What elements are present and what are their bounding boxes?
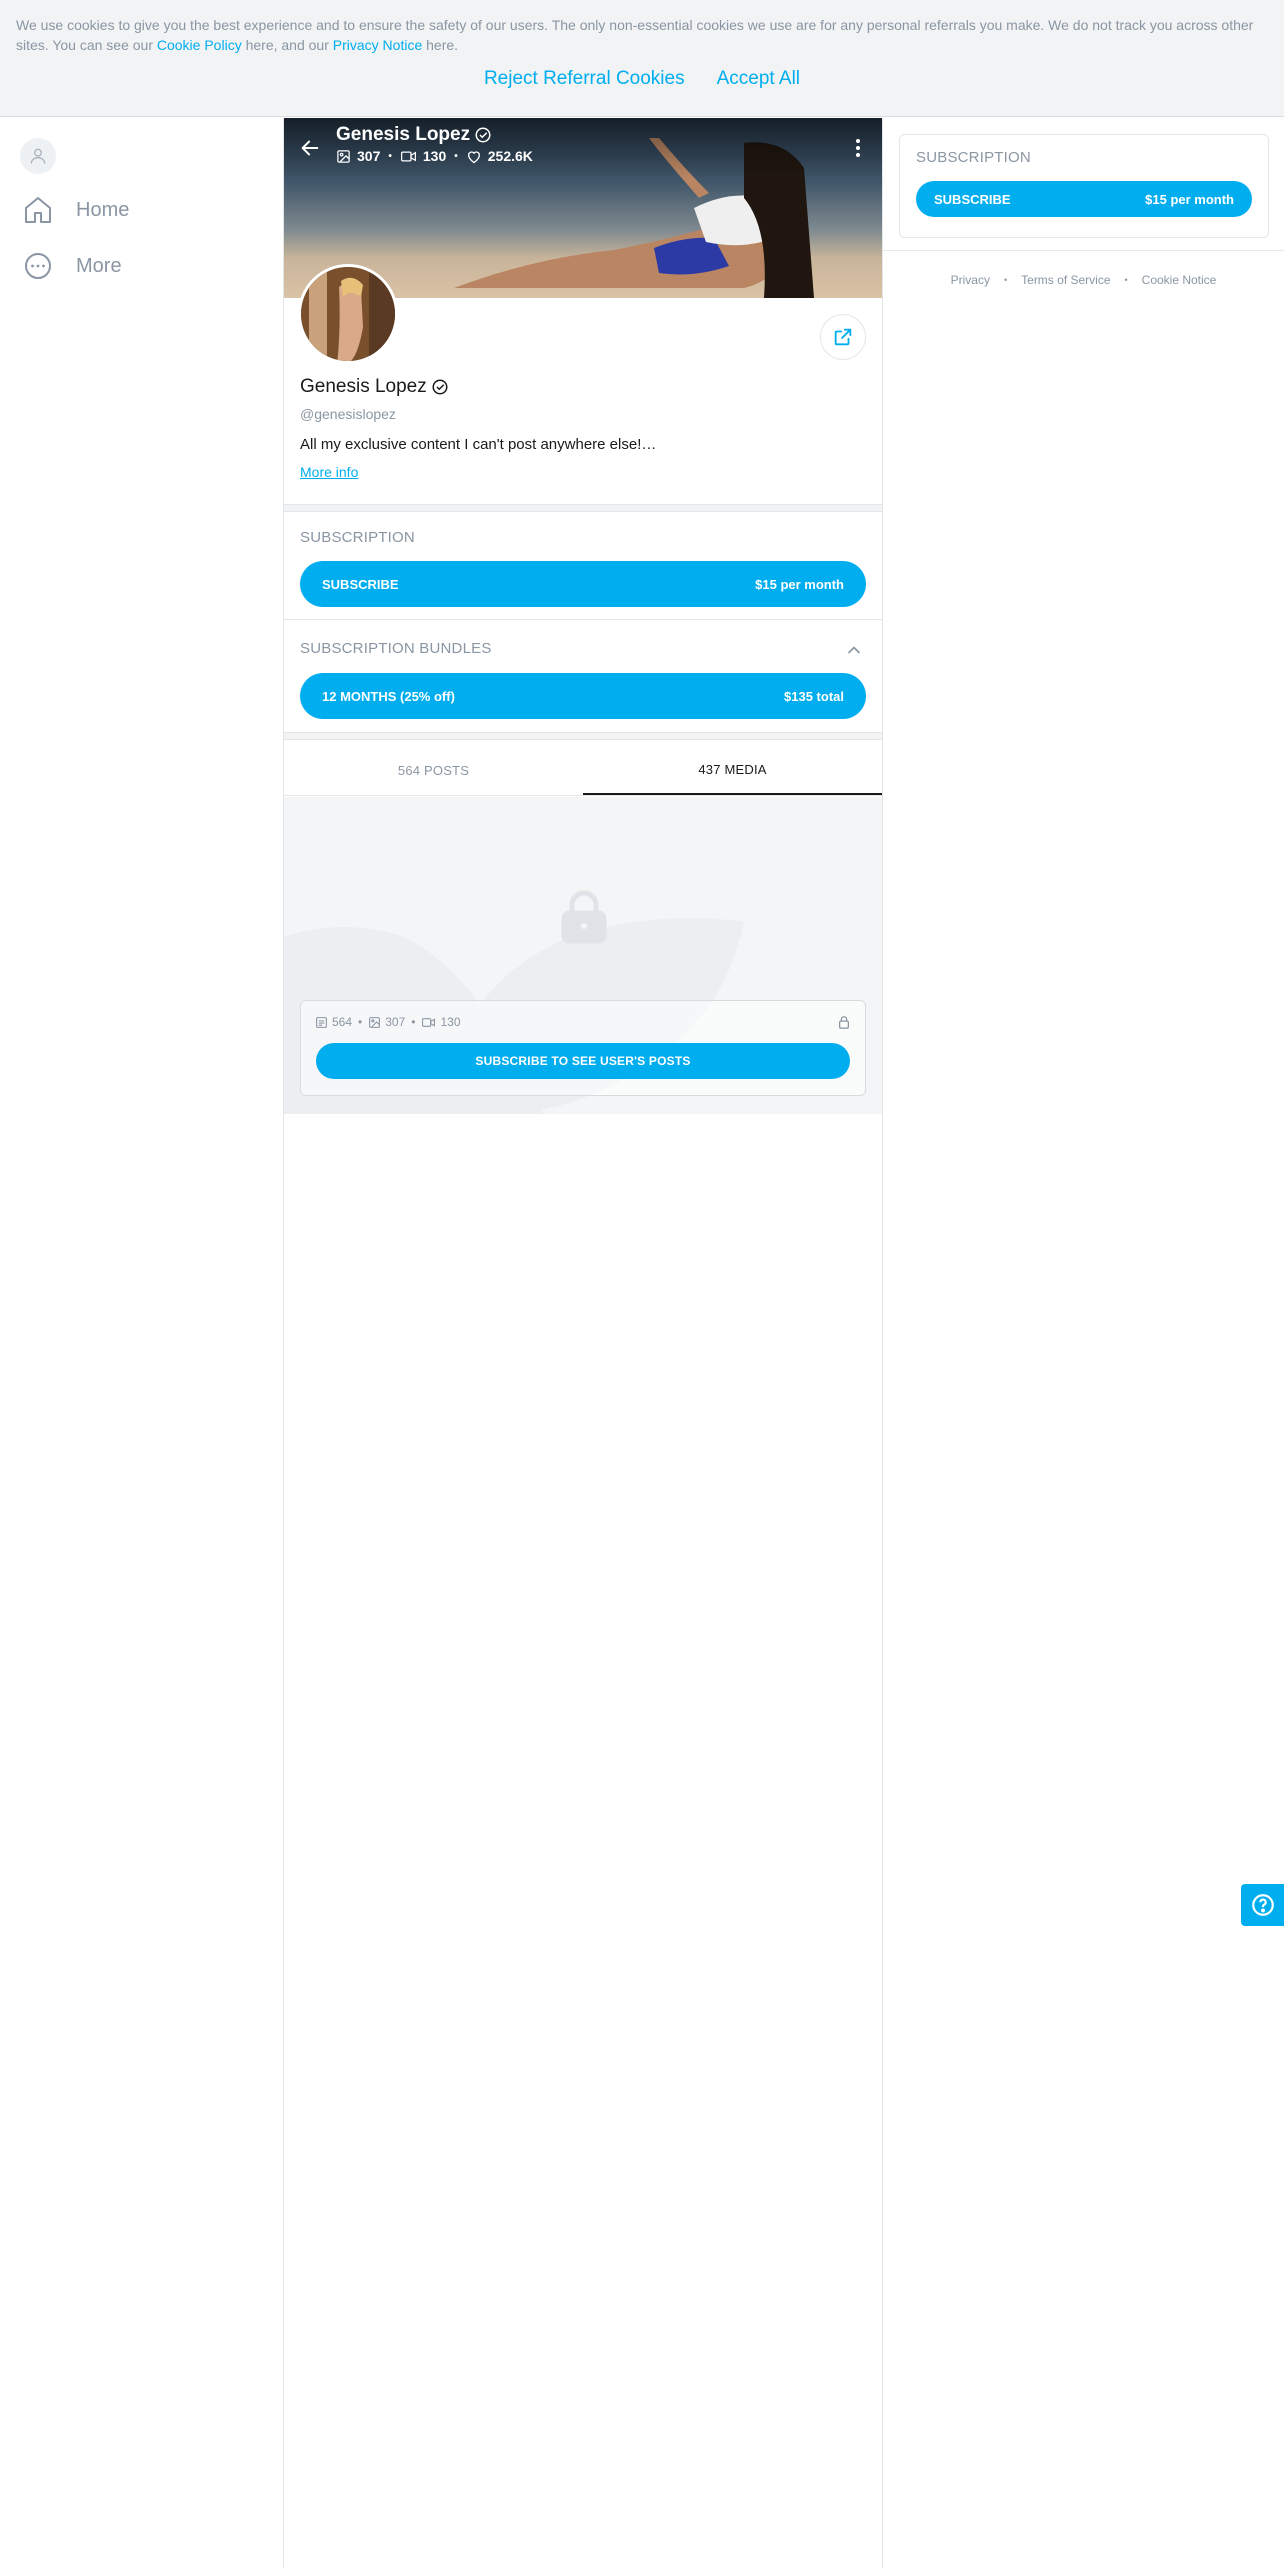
profile-name-text: Genesis Lopez <box>300 376 427 397</box>
sidebar-subscription-title: SUBSCRIPTION <box>916 149 1031 166</box>
locked-content-area: 564 • 307 • 130 SUBSCRIBE TO SEE USER'S … <box>284 797 882 1114</box>
heart-icon <box>467 150 480 163</box>
help-question-icon <box>1251 1894 1274 1916</box>
more-circle-icon <box>25 253 51 279</box>
accept-all-cookies-button[interactable]: Accept All <box>717 66 800 92</box>
photo-icon <box>369 1016 381 1028</box>
sidebar-subscription-card: SUBSCRIPTION SUBSCRIBE $15 per month <box>899 134 1269 238</box>
subscribe-price: $15 per month <box>755 576 844 592</box>
share-button[interactable] <box>820 314 866 360</box>
posts-count: 564 <box>332 1015 353 1029</box>
cover-stats: 307 • 130 • 252.6K <box>336 148 533 164</box>
verified-check-icon <box>475 127 491 143</box>
sidebar-subscribe-button[interactable]: SUBSCRIBE $15 per month <box>916 181 1252 217</box>
nav-item-label: Home <box>76 198 130 221</box>
subscribe-button[interactable]: SUBSCRIBE $15 per month <box>300 561 866 607</box>
privacy-notice-link[interactable]: Privacy Notice <box>333 37 422 53</box>
chevron-up-icon[interactable] <box>844 640 864 660</box>
cookie-actions: Reject Referral Cookies Accept All <box>0 66 1284 92</box>
photos-stat: 307 <box>336 148 380 164</box>
videos-count: 130 <box>422 148 447 164</box>
footer-links: Privacy • Terms of Service • Cookie Noti… <box>883 273 1284 287</box>
more-options-button[interactable] <box>848 134 868 162</box>
bundle-label: 12 MONTHS (25% off) <box>322 688 455 704</box>
cover-name-text: Genesis Lopez <box>336 124 471 145</box>
photos-count: 307 <box>385 1015 406 1029</box>
footer-separator: • <box>1124 275 1128 285</box>
cookie-notice-link[interactable]: Cookie Notice <box>1142 273 1217 287</box>
profile-handle: @genesislopez <box>300 406 396 422</box>
likes-stat: 252.6K <box>466 148 533 164</box>
section-divider <box>284 732 882 740</box>
video-icon <box>400 151 416 161</box>
section-divider <box>284 619 882 620</box>
user-avatar-button[interactable] <box>20 138 56 174</box>
cookie-policy-link[interactable]: Cookie Policy <box>157 37 242 53</box>
cookie-text-part: here. <box>422 37 459 53</box>
photos-stat: 307 <box>368 1015 405 1029</box>
stat-separator: • <box>388 150 392 162</box>
privacy-link[interactable]: Privacy <box>951 273 990 287</box>
tab-posts[interactable]: 564 POSTS <box>284 746 583 795</box>
post-icon <box>316 1016 327 1028</box>
likes-count: 252.6K <box>487 148 533 164</box>
share-icon <box>834 328 852 346</box>
video-icon <box>422 1017 436 1027</box>
cookie-banner-text: We use cookies to give you the best expe… <box>16 15 1266 55</box>
home-icon <box>25 197 51 223</box>
kebab-menu-icon <box>856 139 860 157</box>
nav-item-more[interactable]: More <box>22 250 122 282</box>
subscribe-label: SUBSCRIBE <box>322 576 399 592</box>
profile-tabs: 564 POSTS 437 MEDIA <box>284 746 882 796</box>
verified-check-icon <box>432 379 448 395</box>
subscribe-label: SUBSCRIBE <box>934 191 1011 207</box>
profile-avatar[interactable] <box>298 264 398 364</box>
arrow-left-icon <box>301 140 319 156</box>
user-icon <box>30 148 46 164</box>
cookie-banner: We use cookies to give you the best expe… <box>0 0 1284 117</box>
subscription-title: SUBSCRIPTION <box>300 529 415 546</box>
section-divider <box>284 504 882 512</box>
subscribe-price: $15 per month <box>1145 191 1234 207</box>
videos-stat: 130 <box>421 1015 461 1029</box>
stat-separator: • <box>454 150 458 162</box>
nav-item-home[interactable]: Home <box>22 194 129 226</box>
nav-item-label: More <box>76 254 122 277</box>
profile-bio: All my exclusive content I can't post an… <box>300 436 657 453</box>
stat-separator: • <box>411 1015 416 1029</box>
stat-separator: • <box>358 1015 363 1029</box>
profile-main: Genesis Lopez 307 • 130 • 252.6K Genesis… <box>283 118 883 2568</box>
more-info-link[interactable]: More info <box>300 464 358 480</box>
footer-separator: • <box>1003 275 1008 285</box>
sidebar-divider <box>883 250 1284 251</box>
reject-referral-cookies-button[interactable]: Reject Referral Cookies <box>484 66 685 92</box>
help-button[interactable] <box>1241 1884 1284 1926</box>
videos-stat: 130 <box>400 148 446 164</box>
locked-posts-card: 564 • 307 • 130 SUBSCRIBE TO SEE USER'S … <box>300 1000 866 1096</box>
subscribe-to-see-posts-button[interactable]: SUBSCRIBE TO SEE USER'S POSTS <box>316 1043 850 1079</box>
locked-stats: 564 • 307 • 130 <box>315 1015 461 1029</box>
cookie-text-part: here, and our <box>241 37 333 53</box>
back-button[interactable] <box>296 134 324 162</box>
tab-media[interactable]: 437 MEDIA <box>583 746 882 795</box>
cover-profile-name: Genesis Lopez <box>336 124 492 146</box>
avatar-photo <box>301 267 395 361</box>
bundle-12-months-button[interactable]: 12 MONTHS (25% off) $135 total <box>300 673 866 719</box>
profile-name: Genesis Lopez <box>300 376 449 398</box>
lock-icon <box>561 890 607 944</box>
terms-of-service-link[interactable]: Terms of Service <box>1021 273 1110 287</box>
bundles-title: SUBSCRIPTION BUNDLES <box>300 640 492 657</box>
photo-icon <box>337 149 350 163</box>
photos-count: 307 <box>357 148 381 164</box>
posts-stat: 564 <box>315 1015 352 1029</box>
small-lock-icon <box>838 1016 850 1029</box>
bundle-price: $135 total <box>784 688 844 704</box>
videos-count: 130 <box>440 1015 461 1029</box>
